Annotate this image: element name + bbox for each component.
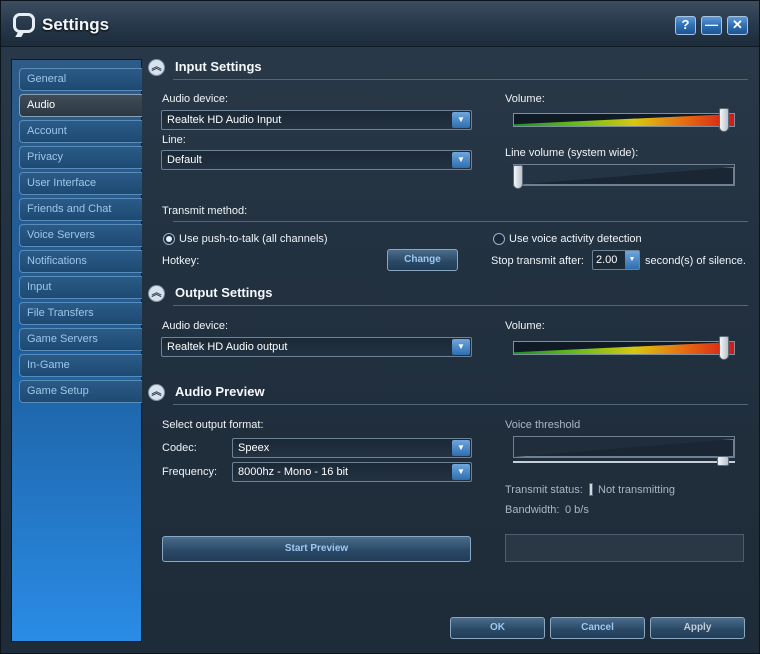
minimize-button[interactable]: — [701,16,722,35]
output-device-label: Audio device: [162,320,229,332]
transmit-divider [148,199,748,222]
window-title: Settings [42,15,110,34]
volume-gradient [514,342,734,354]
line-volume-ramp [514,167,734,185]
sidebar-item-general[interactable]: General [19,68,142,91]
audio-preview-title: Audio Preview [175,384,265,399]
bandwidth-label: Bandwidth: [505,504,560,516]
output-volume-label: Volume: [505,320,545,332]
codec-label: Codec: [162,442,197,454]
input-settings-title: Input Settings [175,59,262,74]
frequency-select[interactable]: 8000hz - Mono - 16 bit ▼ [232,462,472,482]
chevron-down-icon[interactable]: ▼ [452,464,470,480]
push-to-talk-label: Use push-to-talk (all channels) [179,233,328,245]
transmit-status-label: Transmit status: [505,484,583,496]
apply-button[interactable]: Apply [650,617,745,639]
input-volume-meter [513,113,735,127]
line-volume-track[interactable] [513,164,735,186]
voice-threshold-slider-thumb[interactable] [717,456,729,466]
bandwidth-value: 0 b/s [565,504,589,516]
stop-transmit-spinner[interactable]: 2.00 ▼ [592,250,640,270]
settings-window: Settings ? — ✕ General Audio Account Pri… [0,0,760,654]
line-volume-slider-thumb[interactable] [513,165,523,189]
change-hotkey-button[interactable]: Change [387,249,458,271]
ok-button[interactable]: OK [450,617,545,639]
input-volume-slider-thumb[interactable] [719,108,729,132]
section-divider [173,404,748,405]
sidebar-item-user-interface[interactable]: User Interface [19,172,142,195]
input-device-label: Audio device: [162,93,229,105]
transmit-status-indicator [589,483,593,496]
line-volume-label: Line volume (system wide): [505,147,639,159]
collapse-chevron-icon[interactable]: ︽ [148,384,165,401]
select-format-label: Select output format: [162,419,264,431]
codec-value: Speex [238,442,270,454]
title-bar[interactable]: Settings ? — ✕ [1,1,759,47]
volume-gradient [514,114,734,126]
line-label: Line: [162,134,186,146]
output-volume-slider-thumb[interactable] [719,336,729,360]
output-device-value: Realtek HD Audio output [167,341,288,353]
sidebar-item-voice-servers[interactable]: Voice Servers [19,224,142,247]
transmit-method-label: Transmit method: [162,205,248,217]
voice-threshold-track[interactable] [513,436,735,458]
line-value: Default [167,154,202,166]
output-settings-header[interactable]: ︽ Output Settings [148,283,748,306]
close-button[interactable]: ✕ [727,16,748,35]
chevron-down-icon[interactable]: ▼ [452,440,470,456]
hotkey-label: Hotkey: [162,255,200,267]
collapse-chevron-icon[interactable]: ︽ [148,59,165,76]
output-settings-title: Output Settings [175,285,273,300]
section-divider [173,79,748,80]
section-divider [173,221,748,222]
chevron-down-icon[interactable]: ▼ [452,339,470,355]
sidebar-item-input[interactable]: Input [19,276,142,299]
preview-level-box [505,534,744,562]
chevron-down-icon[interactable]: ▼ [625,251,639,269]
line-select[interactable]: Default ▼ [161,150,472,170]
audio-preview-header[interactable]: ︽ Audio Preview [148,382,748,405]
audio-settings-panel: ︽ Input Settings Audio device: Realtek H… [142,49,756,649]
sidebar-item-game-servers[interactable]: Game Servers [19,328,142,351]
stop-transmit-label: Stop transmit after: [491,255,584,267]
sidebar-item-in-game[interactable]: In-Game [19,354,142,377]
input-device-select[interactable]: Realtek HD Audio Input ▼ [161,110,472,130]
chevron-down-icon[interactable]: ▼ [452,112,470,128]
voice-threshold-label: Voice threshold [505,419,581,431]
input-device-value: Realtek HD Audio Input [167,114,282,126]
silence-label: second(s) of silence. [645,255,746,267]
sidebar-item-file-transfers[interactable]: File Transfers [19,302,142,325]
sidebar-item-privacy[interactable]: Privacy [19,146,142,169]
voice-activity-radio[interactable] [493,233,505,245]
frequency-label: Frequency: [162,466,218,478]
sidebar-item-audio[interactable]: Audio [19,94,142,117]
stop-transmit-value: 2.00 [596,254,618,266]
output-device-select[interactable]: Realtek HD Audio output ▼ [161,337,472,357]
input-volume-label: Volume: [505,93,545,105]
voice-activity-label: Use voice activity detection [509,233,642,245]
frequency-value: 8000hz - Mono - 16 bit [238,466,349,478]
app-logo-icon [13,13,35,33]
output-volume-meter [513,341,735,355]
sidebar-item-notifications[interactable]: Notifications [19,250,142,273]
section-divider [173,305,748,306]
sidebar-item-game-setup[interactable]: Game Setup [19,380,142,403]
chevron-down-icon[interactable]: ▼ [452,152,470,168]
sidebar-item-account[interactable]: Account [19,120,142,143]
help-button[interactable]: ? [675,16,696,35]
input-settings-header[interactable]: ︽ Input Settings [148,57,748,80]
voice-threshold-line [513,461,735,463]
codec-select[interactable]: Speex ▼ [232,438,472,458]
voice-threshold-ramp [514,439,734,457]
push-to-talk-radio[interactable] [163,233,175,245]
sidebar-item-friends-and-chat[interactable]: Friends and Chat [19,198,142,221]
transmit-status-value: Not transmitting [598,484,676,496]
start-preview-button[interactable]: Start Preview [162,536,471,562]
settings-sidebar: General Audio Account Privacy User Inter… [11,59,142,642]
cancel-button[interactable]: Cancel [550,617,645,639]
collapse-chevron-icon[interactable]: ︽ [148,285,165,302]
